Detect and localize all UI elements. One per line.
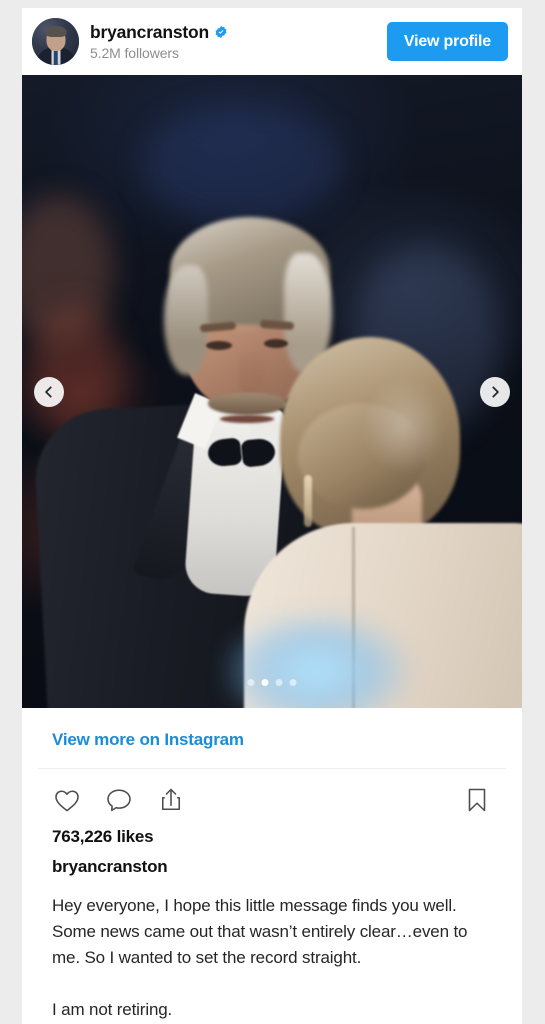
woman-hair-wisps xyxy=(352,365,482,515)
bow-tie-left xyxy=(206,437,243,468)
caption-text: Hey everyone, I hope this little message… xyxy=(52,896,468,1019)
man-moustache xyxy=(208,393,286,415)
post-actions xyxy=(38,769,506,825)
chevron-right-icon xyxy=(492,385,499,398)
carousel-next-button[interactable] xyxy=(480,376,510,407)
verified-badge-icon xyxy=(215,25,227,38)
like-count: 763,226 likes xyxy=(52,827,154,846)
carousel-dot[interactable] xyxy=(289,679,297,686)
camera-flash-glare xyxy=(222,611,412,708)
post-media[interactable] xyxy=(22,75,522,708)
like-button[interactable] xyxy=(52,785,82,815)
username-row: bryancranston xyxy=(90,22,387,42)
post-header: bryancranston 5.2M followers View profil… xyxy=(22,8,522,75)
bookmark-icon xyxy=(468,788,486,812)
post-body: View more on Instagram 763,226 likes bry… xyxy=(22,708,522,1023)
account-username[interactable]: bryancranston xyxy=(90,22,209,42)
view-profile-button[interactable]: View profile xyxy=(386,22,508,61)
carousel-dot[interactable] xyxy=(275,679,283,686)
carousel-dots xyxy=(247,679,297,686)
follower-count: 5.2M followers xyxy=(90,44,179,61)
caption-username[interactable]: bryancranston xyxy=(38,847,506,877)
carousel-dot[interactable] xyxy=(247,679,255,686)
chevron-left-icon xyxy=(45,385,52,398)
avatar-tie xyxy=(53,51,58,65)
carousel-prev-button[interactable] xyxy=(34,376,64,407)
avatar[interactable] xyxy=(32,18,79,65)
comment-bubble-icon xyxy=(107,789,131,812)
man-mouth xyxy=(220,415,274,423)
save-button[interactable] xyxy=(462,785,492,815)
avatar-hair xyxy=(45,26,66,37)
bow-tie-right xyxy=(240,437,277,468)
view-more-on-instagram-link[interactable]: View more on Instagram xyxy=(38,708,506,768)
carousel-dot[interactable] xyxy=(261,679,269,686)
man-nose xyxy=(238,351,264,395)
man-eye-right xyxy=(264,339,288,348)
header-text: bryancranston 5.2M followers xyxy=(90,22,387,62)
post-photo xyxy=(22,75,522,708)
share-button[interactable] xyxy=(156,785,186,815)
instagram-embed-page: bryancranston 5.2M followers View profil… xyxy=(0,0,545,1024)
heart-icon xyxy=(55,790,79,812)
comment-button[interactable] xyxy=(104,785,134,815)
background-bokeh xyxy=(142,105,342,225)
share-icon xyxy=(161,788,181,811)
man-eye-left xyxy=(206,341,232,350)
bow-tie xyxy=(206,437,278,468)
woman-earring xyxy=(304,475,312,527)
man-hair-side-left xyxy=(164,265,208,375)
instagram-post-card: bryancranston 5.2M followers View profil… xyxy=(22,8,522,1024)
